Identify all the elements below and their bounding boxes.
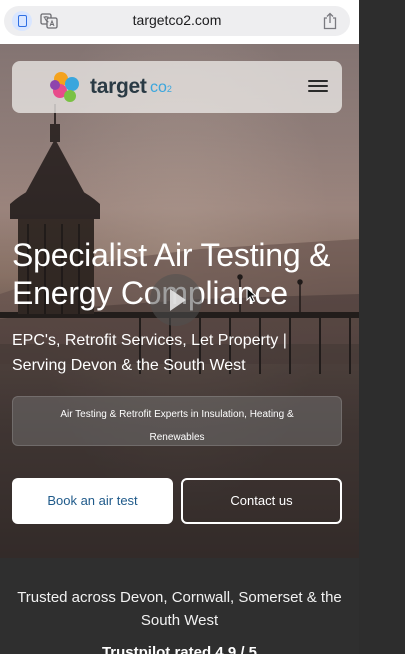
browser-viewport: targetco2.com target co2 Specialist Air … (0, 0, 359, 654)
share-icon[interactable] (322, 12, 338, 30)
trustpilot-rating: Trustpilot rated 4.9 / 5 (101, 644, 258, 654)
play-icon[interactable] (150, 274, 202, 326)
mouse-cursor-icon (246, 287, 258, 303)
hero-tagline: Air Testing & Retrofit Experts in Insula… (60, 409, 294, 443)
contact-us-button[interactable]: Contact us (181, 478, 342, 524)
url-text[interactable]: targetco2.com (4, 12, 350, 28)
screen: targetco2.com target co2 Specialist Air … (0, 0, 405, 654)
site-header: target co2 (12, 61, 342, 113)
browser-url-bar: targetco2.com (0, 0, 359, 44)
site-logo[interactable]: target co2 (48, 69, 198, 105)
hero-section: target co2 Specialist Air Testing & Ener… (0, 44, 359, 558)
logo-subscript: 2 (166, 84, 172, 94)
logo-co: co (150, 79, 167, 96)
book-air-test-button[interactable]: Book an air test (12, 478, 173, 524)
logo-co2: co2 (150, 79, 172, 97)
logo-wordmark: target (90, 75, 147, 98)
hero-tagline-box: Air Testing & Retrofit Experts in Insula… (12, 396, 342, 446)
logo-mark-icon (50, 72, 79, 102)
address-field[interactable]: targetco2.com (4, 6, 350, 36)
hero-subheading: EPC's, Retrofit Services, Let Property |… (12, 332, 287, 374)
trust-section: Trusted across Devon, Cornwall, Somerset… (0, 558, 359, 654)
hamburger-menu-icon[interactable] (308, 77, 330, 95)
trust-text: Trusted across Devon, Cornwall, Somerset… (17, 589, 342, 629)
